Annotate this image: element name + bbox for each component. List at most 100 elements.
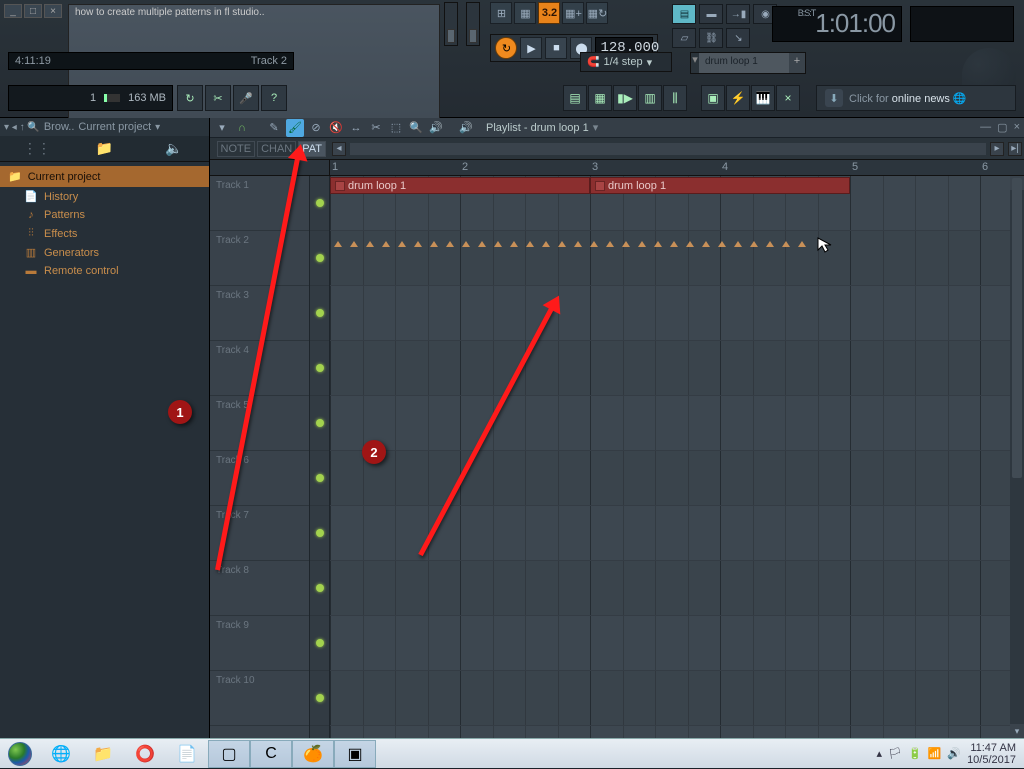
- chrome-icon[interactable]: ⭕: [124, 740, 166, 768]
- panel-mixer-icon[interactable]: ⫼: [663, 85, 687, 111]
- pl-close[interactable]: ×: [1014, 121, 1020, 134]
- track-mute[interactable]: [310, 561, 329, 616]
- stop-button[interactable]: ■: [545, 37, 567, 59]
- camtasia-icon[interactable]: C: [250, 740, 292, 768]
- browser-wave-icon[interactable]: ⋮⋮: [23, 140, 47, 157]
- step-button[interactable]: ↘: [726, 28, 750, 48]
- track-mute[interactable]: [310, 506, 329, 561]
- task-window-icon[interactable]: ▢: [208, 740, 250, 768]
- track-header[interactable]: Track 6: [210, 451, 309, 506]
- scroll-end[interactable]: ▸|: [1008, 142, 1022, 156]
- track-mute[interactable]: [310, 671, 329, 726]
- cut-button[interactable]: ✂: [205, 85, 231, 111]
- countdown-button[interactable]: →▮: [726, 4, 750, 24]
- track-header[interactable]: Track 3: [210, 286, 309, 341]
- loop-toggle[interactable]: ↻: [495, 37, 517, 59]
- news-panel[interactable]: ⬇ Click for online news 🌐: [816, 85, 1016, 111]
- tray-network-icon[interactable]: 📶: [928, 747, 942, 760]
- typing-keyboard-button[interactable]: ▬: [699, 4, 723, 24]
- slip-tool[interactable]: ↔: [348, 120, 364, 136]
- tree-effects[interactable]: ⫶⫶Effects: [0, 224, 209, 243]
- wait-button[interactable]: ▦↻: [586, 2, 608, 24]
- blend-button[interactable]: ▱: [672, 28, 696, 48]
- browser-speaker-icon[interactable]: 🔈: [162, 140, 186, 157]
- mute-tool[interactable]: 🔇: [328, 120, 344, 136]
- copy-icon[interactable]: ▣: [701, 85, 725, 111]
- explorer-icon[interactable]: 📁: [82, 740, 124, 768]
- browser-folder-icon[interactable]: 📁: [92, 140, 116, 157]
- clip[interactable]: drum loop 1: [590, 177, 850, 194]
- track-mute[interactable]: [310, 176, 329, 231]
- track-header[interactable]: Track 2: [210, 231, 309, 286]
- track-header[interactable]: Track 8: [210, 561, 309, 616]
- track-mute[interactable]: [310, 286, 329, 341]
- time-ruler[interactable]: 1 2 3 4 5 6: [330, 160, 1024, 175]
- tray-up-icon[interactable]: ▴: [876, 747, 882, 760]
- minimize-button[interactable]: _: [4, 4, 22, 18]
- midi-icon[interactable]: 🎹: [751, 85, 775, 111]
- start-button[interactable]: [0, 739, 40, 769]
- automation-lane[interactable]: [330, 233, 880, 253]
- maximize-button[interactable]: □: [24, 4, 42, 18]
- v-scrollbar[interactable]: ▴ ▾: [1010, 176, 1024, 738]
- ie-icon[interactable]: 🌐: [40, 740, 82, 768]
- flstudio-icon[interactable]: 🍊: [292, 740, 334, 768]
- track-mute[interactable]: [310, 396, 329, 451]
- clip[interactable]: drum loop 1: [330, 177, 590, 194]
- track-mute[interactable]: [310, 341, 329, 396]
- zoom-tool[interactable]: 🔍: [408, 120, 424, 136]
- pdf-icon[interactable]: 📄: [166, 740, 208, 768]
- tree-generators[interactable]: ▥Generators: [0, 243, 209, 262]
- play-button[interactable]: ▶: [520, 37, 542, 59]
- scroll-thumb[interactable]: [1012, 178, 1022, 478]
- about-button[interactable]: ?: [261, 85, 287, 111]
- close-button[interactable]: ×: [44, 4, 62, 18]
- plugin-icon[interactable]: ⚡: [726, 85, 750, 111]
- delete-tool[interactable]: ⊘: [308, 120, 324, 136]
- tray-volume-icon[interactable]: 🔊: [947, 747, 961, 760]
- slice-tool[interactable]: ✂: [368, 120, 384, 136]
- pl-minimize[interactable]: —: [980, 121, 991, 134]
- pl-menu-button[interactable]: ▾: [214, 120, 230, 136]
- track-header[interactable]: Track 5: [210, 396, 309, 451]
- panel-pianoroll-icon[interactable]: ▮▶: [613, 85, 637, 111]
- draw-tool[interactable]: ✎: [266, 120, 282, 136]
- playlist-grid[interactable]: drum loop 1 drum loop 1: [330, 176, 1024, 738]
- mic-button[interactable]: 🎤: [233, 85, 259, 111]
- view-playlist-button[interactable]: ▤: [672, 4, 696, 24]
- browser-breadcrumb[interactable]: ▾ ◂ ↑ 🔍 Brow.. Current project ▾: [0, 118, 209, 136]
- master-pitch-slider[interactable]: [466, 2, 480, 46]
- pat-button[interactable]: ⊞: [490, 2, 512, 24]
- tree-remote[interactable]: ▬Remote control: [0, 262, 209, 280]
- panel-stepsequencer-icon[interactable]: ▦: [588, 85, 612, 111]
- paint-tool[interactable]: 🖌: [286, 119, 304, 137]
- mode-note[interactable]: NOTE: [217, 141, 256, 157]
- track-mute[interactable]: [310, 451, 329, 506]
- scroll-left[interactable]: ◂: [332, 142, 346, 156]
- add-pattern-button[interactable]: +: [789, 53, 805, 73]
- pl-maximize[interactable]: ▢: [997, 121, 1007, 134]
- tray-clock[interactable]: 11:47 AM 10/5/2017: [967, 742, 1016, 766]
- snap-selector[interactable]: 1/4 step ▾: [580, 52, 672, 72]
- mode-switcher[interactable]: NOTE CHAN PAT: [210, 138, 330, 159]
- tree-patterns[interactable]: ♪Patterns: [0, 206, 209, 224]
- master-volume-slider[interactable]: [444, 2, 458, 46]
- track-header[interactable]: Track 9: [210, 616, 309, 671]
- track-mute[interactable]: [310, 231, 329, 286]
- panel-browser-icon[interactable]: ▥: [638, 85, 662, 111]
- task-icon[interactable]: ▣: [334, 740, 376, 768]
- track-header[interactable]: Track 10: [210, 671, 309, 726]
- scroll-right[interactable]: ▸: [990, 142, 1004, 156]
- counter-display[interactable]: 3.2: [538, 2, 560, 24]
- scroll-down[interactable]: ▾: [1010, 724, 1024, 738]
- tree-history[interactable]: 📄History: [0, 187, 209, 206]
- song-button[interactable]: ▦: [514, 2, 536, 24]
- playback-tool[interactable]: 🔊: [428, 120, 444, 136]
- time-display[interactable]: B:S:T1:01:00: [772, 6, 902, 42]
- panel-playlist-icon[interactable]: ▤: [563, 85, 587, 111]
- h-scrollbar[interactable]: [350, 143, 986, 155]
- magnet-icon[interactable]: ∩: [234, 120, 250, 136]
- tray-battery-icon[interactable]: 🔋: [908, 747, 922, 760]
- select-tool[interactable]: ⬚: [388, 120, 404, 136]
- tray-flag-icon[interactable]: 🏳: [888, 747, 902, 760]
